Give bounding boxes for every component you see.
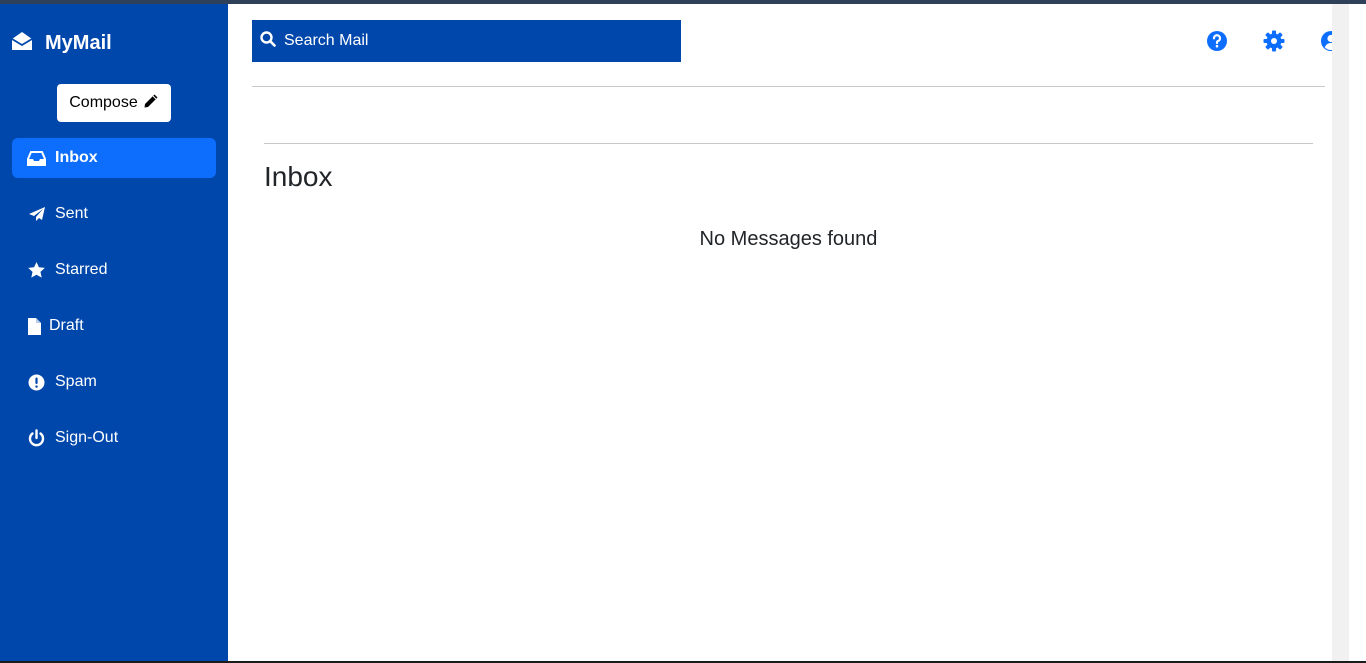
sidebar-item-label: Draft <box>49 317 84 334</box>
compose-label: Compose <box>69 94 138 111</box>
pencil-icon <box>143 93 159 114</box>
power-icon <box>27 429 46 447</box>
settings-icon[interactable] <box>1263 30 1285 52</box>
paper-plane-icon <box>27 205 46 223</box>
sidebar-item-label: Sent <box>55 205 88 222</box>
app-shell: MyMail Compose Inbox Sent Starred Draft … <box>0 4 1366 661</box>
sidebar-item-label: Inbox <box>55 149 98 166</box>
file-icon <box>27 317 41 335</box>
sidebar-item-sign-out[interactable]: Sign-Out <box>12 418 216 458</box>
sidebar-item-spam[interactable]: Spam <box>12 362 216 402</box>
search-icon <box>260 30 276 52</box>
sidebar: MyMail Compose Inbox Sent Starred Draft … <box>0 4 228 661</box>
brand-name: MyMail <box>45 32 112 54</box>
envelope-open-icon <box>11 30 33 57</box>
star-icon <box>27 261 46 279</box>
sidebar-nav: Inbox Sent Starred Draft Spam Sign-Out <box>12 138 216 474</box>
header-divider <box>252 86 1325 87</box>
search-bar[interactable] <box>252 20 681 62</box>
sidebar-item-draft[interactable]: Draft <box>12 306 216 346</box>
main-content: Inbox No Messages found <box>228 4 1349 661</box>
content-divider <box>264 143 1313 144</box>
search-input[interactable] <box>282 31 666 51</box>
sidebar-item-label: Starred <box>55 261 108 278</box>
sidebar-item-inbox[interactable]: Inbox <box>12 138 216 178</box>
sidebar-item-label: Spam <box>55 373 97 390</box>
brand[interactable]: MyMail <box>11 30 112 57</box>
sidebar-item-sent[interactable]: Sent <box>12 194 216 234</box>
exclamation-circle-icon <box>27 373 46 391</box>
empty-state-message: No Messages found <box>699 228 878 250</box>
sidebar-item-label: Sign-Out <box>55 429 119 446</box>
header-actions <box>1206 30 1342 52</box>
page-title: Inbox <box>264 161 333 192</box>
scrollbar[interactable] <box>1332 4 1349 661</box>
help-icon[interactable] <box>1206 30 1228 52</box>
sidebar-item-starred[interactable]: Starred <box>12 250 216 290</box>
inbox-icon <box>27 149 46 167</box>
compose-button[interactable]: Compose <box>57 84 171 122</box>
